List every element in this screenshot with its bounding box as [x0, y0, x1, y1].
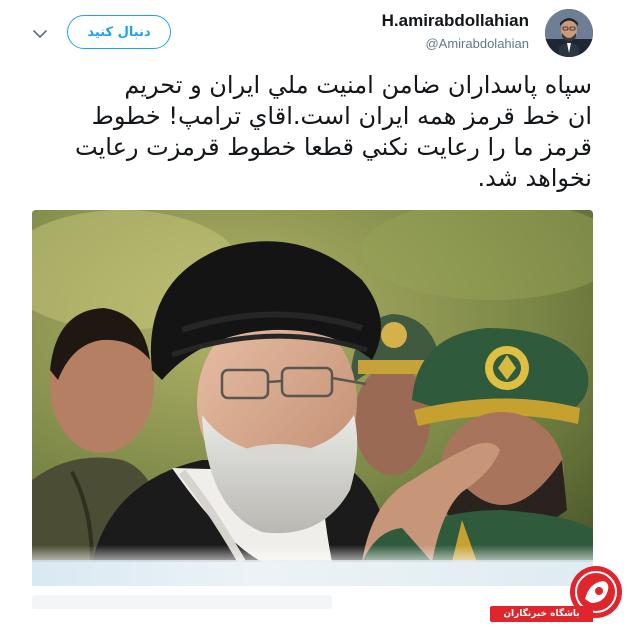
tweet-photo[interactable] — [32, 210, 593, 562]
watermark-label: باشگاه خبرنگاران — [490, 606, 593, 622]
profile-avatar[interactable] — [545, 9, 593, 57]
follow-button[interactable]: دنبال کنید — [67, 15, 171, 49]
tweet-text: سپاه پاسداران ضامن امنيت ملي ايران و تحر… — [75, 71, 592, 192]
user-info: H.amirabdollahian @Amirabdolahian — [382, 10, 529, 54]
chevron-down-icon[interactable] — [30, 24, 50, 44]
display-name[interactable]: H.amirabdollahian — [382, 10, 529, 32]
blurred-caption-line — [32, 595, 332, 609]
user-handle[interactable]: @Amirabdolahian — [382, 34, 529, 54]
blurred-caption — [32, 560, 593, 586]
